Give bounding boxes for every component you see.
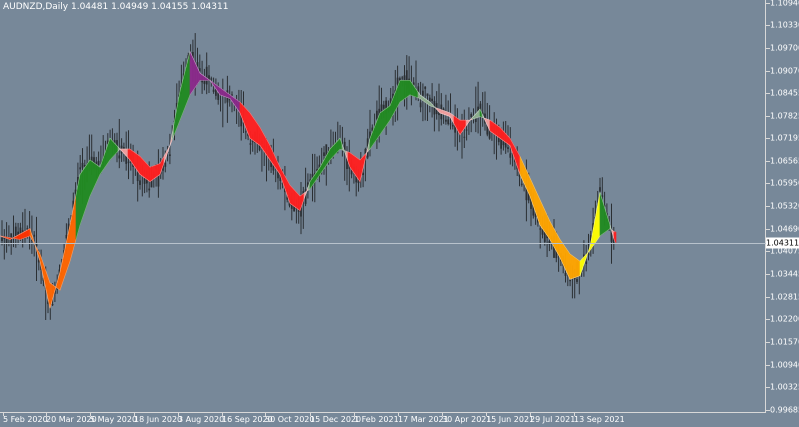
candle-body: [323, 152, 325, 156]
candle-body: [205, 66, 208, 85]
candle-body: [143, 178, 146, 184]
candle-body: [33, 234, 36, 237]
current-price-label: 1.04311: [766, 237, 799, 249]
candle-body: [445, 119, 447, 122]
time-label: 5 Feb 2020: [3, 415, 48, 424]
price-label: 1.04690: [770, 224, 799, 234]
candle-body: [127, 161, 130, 163]
candle-body: [470, 114, 473, 118]
time-label: 3 Aug 2020: [178, 415, 225, 424]
chart-window[interactable]: AUDNZD,Daily 1.04481 1.04949 1.04155 1.0…: [0, 0, 799, 427]
time-label: 1 Feb 2021: [354, 415, 399, 424]
time-label: 30 Oct 2020: [265, 415, 315, 424]
candle-body: [426, 93, 429, 97]
candle-body: [79, 167, 82, 170]
candle-body: [362, 172, 364, 176]
price-label: 1.10330: [770, 20, 799, 30]
price-label: 1.08455: [770, 88, 799, 98]
candle-body: [169, 154, 171, 156]
time-label: 18 Jun 2020: [134, 415, 183, 424]
candle-body: [449, 123, 452, 125]
candle-body: [431, 98, 433, 102]
current-price-line: [0, 242, 766, 244]
candle-body: [564, 273, 567, 276]
candle-body: [401, 77, 404, 79]
candle-body: [249, 143, 252, 145]
candle-body: [148, 188, 151, 191]
candle-body: [520, 183, 523, 185]
price-label: 1.02815: [770, 292, 799, 302]
candle-body: [376, 110, 378, 120]
candle-body: [382, 104, 385, 109]
price-label: 1.10940: [770, 0, 799, 8]
candle-body: [451, 125, 454, 127]
candle-body: [507, 147, 509, 149]
candle-body: [601, 195, 604, 197]
price-axis[interactable]: 1.10940 1.10330 1.09700 1.09070 1.08455 1.078…: [766, 0, 799, 415]
candle-body: [118, 155, 121, 159]
candle-body: [585, 261, 588, 265]
candle-body: [599, 187, 601, 192]
price-label: 1.05320: [770, 201, 799, 211]
price-chart-svg[interactable]: [0, 0, 766, 413]
candle-body: [203, 80, 206, 84]
candle-body: [244, 131, 247, 133]
price-label: 1.09070: [770, 66, 799, 76]
candle-body: [1, 237, 3, 241]
price-label: 1.07195: [770, 133, 799, 143]
candle-body: [539, 228, 542, 230]
time-label: 13 Sep 2021: [574, 415, 625, 424]
candle-body: [463, 136, 466, 138]
price-label: 1.01570: [770, 337, 799, 347]
price-label: 1.07825: [770, 111, 799, 121]
time-label: 5 May 2020: [90, 415, 138, 424]
price-label: 1.09700: [770, 43, 799, 53]
candle-body: [569, 280, 571, 282]
price-label: 1.06565: [770, 156, 799, 166]
candle-body: [81, 162, 84, 168]
time-label: 15 Jun 2021: [486, 415, 535, 424]
candle-body: [217, 92, 220, 100]
plot-area[interactable]: AUDNZD,Daily 1.04481 1.04949 1.04155 1.0…: [0, 0, 766, 413]
price-label: 1.02200: [770, 314, 799, 324]
candle-body: [97, 160, 100, 165]
price-label: 1.00325: [770, 382, 799, 392]
time-label: 29 Jul 2021: [530, 415, 576, 424]
candle-body: [424, 86, 427, 89]
candle-body: [419, 102, 422, 108]
candle-body: [164, 162, 167, 167]
candle-body: [212, 89, 215, 92]
candle-body: [509, 153, 512, 158]
price-label: 1.00940: [770, 360, 799, 370]
time-label: 30 Apr 2021: [442, 415, 492, 424]
candle-body: [136, 172, 139, 182]
candle-body: [51, 304, 54, 306]
candle-body: [26, 228, 29, 230]
candle-body: [396, 77, 399, 85]
candle-body: [210, 78, 213, 80]
candle-body: [465, 129, 468, 131]
price-label: 1.05950: [770, 178, 799, 188]
candle-body: [447, 119, 450, 124]
price-label: 0.99685: [770, 405, 799, 415]
price-label: 1.03445: [770, 269, 799, 279]
candle-body: [231, 94, 233, 96]
time-axis[interactable]: 5 Feb 2020 20 Mar 2020 5 May 2020 18 Jun 20…: [0, 413, 766, 427]
candle-body: [576, 279, 578, 282]
candle-body: [139, 180, 141, 185]
candle-body: [422, 90, 424, 96]
